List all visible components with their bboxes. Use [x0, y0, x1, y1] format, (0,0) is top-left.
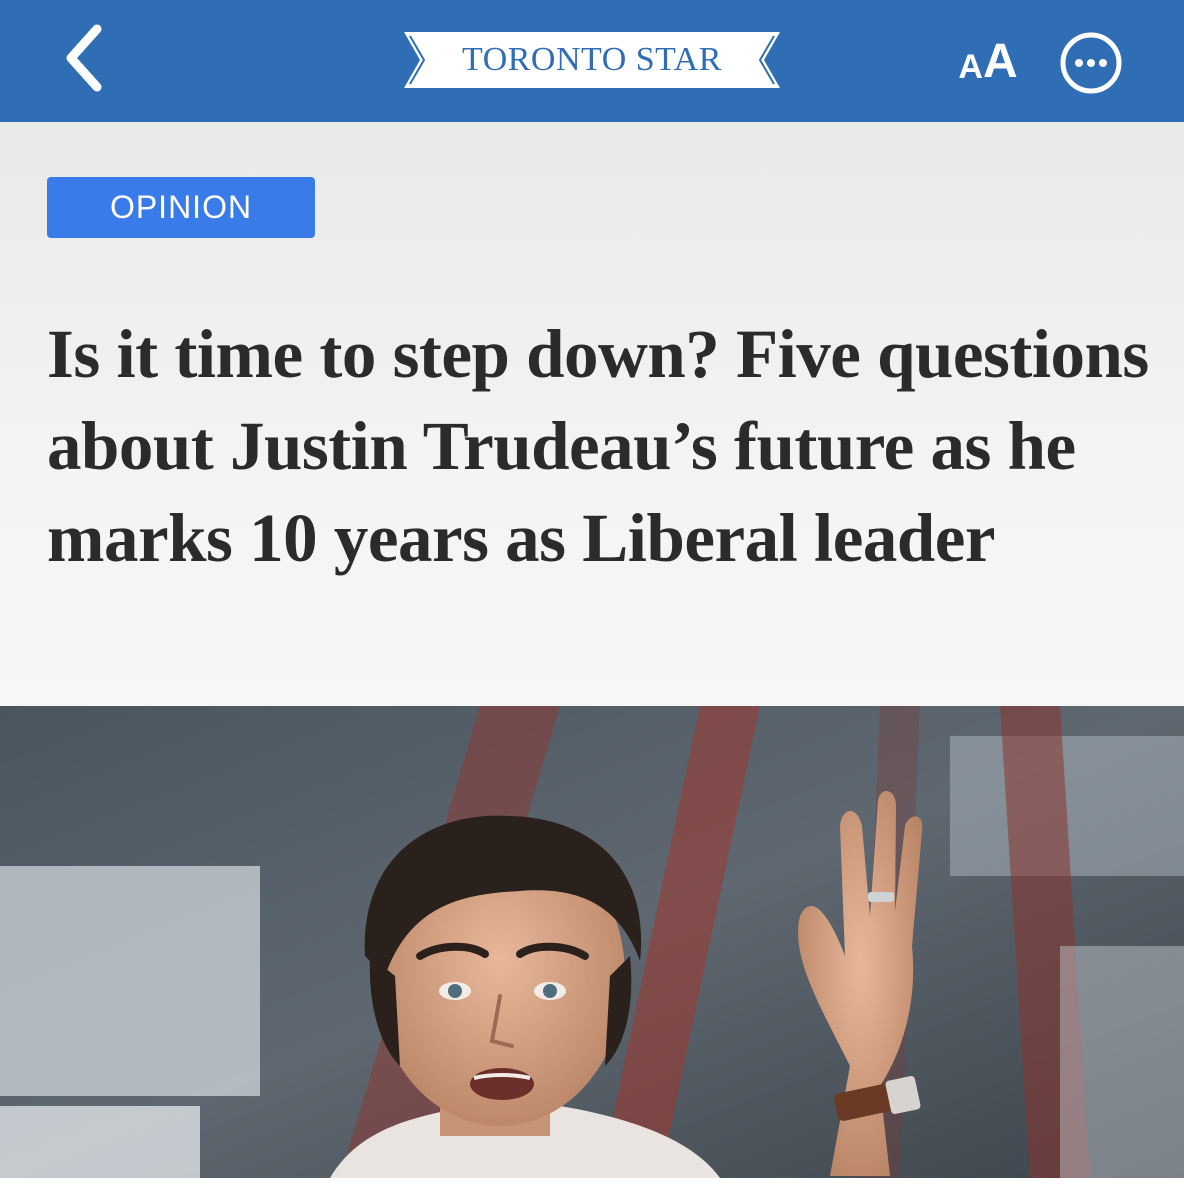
top-navigation-bar: TORONTO STAR AA [0, 0, 1184, 122]
hero-photo-illustration [0, 706, 1184, 1178]
logo-wordmark: TORONTO STAR [462, 41, 722, 78]
chevron-left-icon [66, 24, 102, 92]
hero-image [0, 706, 1184, 1178]
text-size-small-glyph: A [958, 48, 983, 86]
toronto-star-logo: TORONTO STAR [400, 28, 784, 92]
text-size-large-glyph: A [982, 35, 1018, 88]
text-size-button[interactable]: AA [945, 30, 1031, 90]
bottom-divider [0, 1178, 1184, 1200]
more-options-button[interactable] [1058, 30, 1124, 96]
back-button[interactable] [48, 18, 118, 98]
category-badge[interactable]: OPINION [47, 177, 315, 238]
article-headline: Is it time to step down? Five questions … [47, 316, 1149, 576]
ellipsis-circle-icon [1060, 32, 1122, 94]
